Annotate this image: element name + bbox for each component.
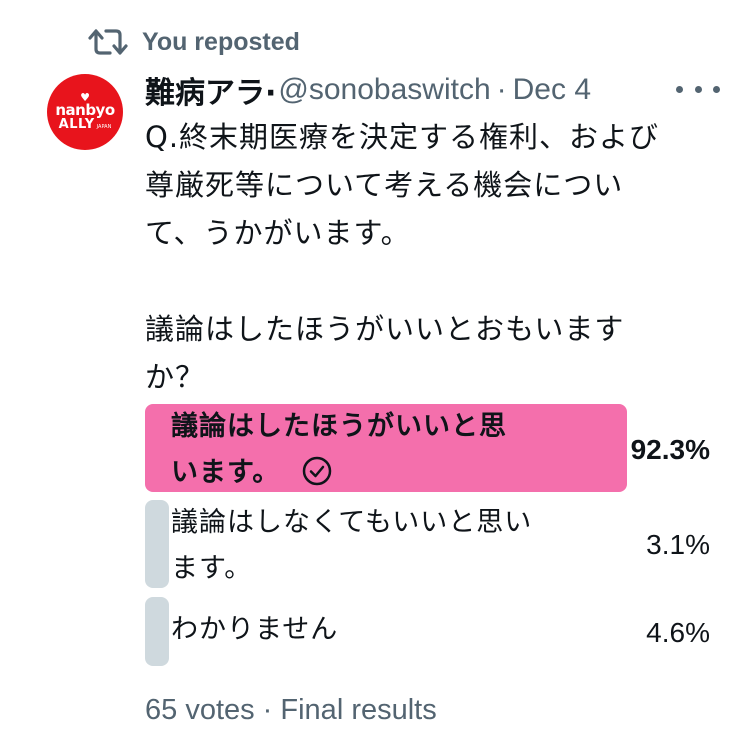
avatar[interactable]: ♥ nanbyo ALLY JAPAN <box>47 74 123 150</box>
tweet-text: Q.終末期医療を決定する権利、および 尊厳死等について考える機会につい て、うか… <box>145 113 685 401</box>
poll-option-percent: 92.3% <box>630 434 710 465</box>
poll-footer: 65 votes · Final results <box>145 694 437 726</box>
tweet-text-blank-line <box>145 257 685 305</box>
poll-bar <box>145 597 169 666</box>
tweet-header: 難病アラ· @sonobaswitch · Dec 4 <box>145 66 720 114</box>
avatar-logo-top: nanbyo <box>55 100 115 119</box>
poll-option-label-line1: 議論はしなくてもいいと思い <box>171 507 533 538</box>
tweet-text-line: 尊厳死等について考える機会につい <box>145 168 624 202</box>
separator-dot: · <box>496 73 507 106</box>
poll-option-label-line2: ます。 <box>171 553 253 584</box>
poll-option-label-line2-row: います。 <box>171 450 507 496</box>
avatar-logo-ally: ALLY <box>58 116 95 132</box>
avatar-logo-japan: JAPAN <box>96 123 112 130</box>
more-options-icon[interactable] <box>676 74 720 104</box>
poll-option-percent: 3.1% <box>646 529 710 560</box>
tweet-text-line: 議論はしたほうがいいとおもいます <box>145 312 625 346</box>
poll-option: わかりません 4.6% <box>145 597 710 666</box>
poll-option-label: 議論はしたほうがいいと思 います。 <box>171 404 507 496</box>
poll-option-label-line2: います。 <box>171 457 281 488</box>
repost-icon <box>88 29 128 55</box>
tweet-text-line: て、うかがいます。 <box>145 216 411 250</box>
check-circle-icon <box>302 456 331 486</box>
poll-option-label: わかりません <box>171 607 338 653</box>
tweet-text-line: か？ <box>145 360 206 394</box>
poll-option-label-line1: わかりません <box>171 614 339 645</box>
poll-option: 議論はしたほうがいいと思 います。 92.3% <box>145 404 710 492</box>
poll-bar <box>145 500 169 588</box>
repost-header[interactable]: You reposted <box>88 22 300 62</box>
repost-label: You reposted <box>142 27 300 56</box>
poll-option: 議論はしなくてもいいと思い ます。 3.1% <box>145 500 710 588</box>
poll-option-label: 議論はしなくてもいいと思い ます。 <box>171 500 532 592</box>
display-name[interactable]: 難病アラ· <box>145 68 276 112</box>
poll-option-label-line1: 議論はしたほうがいいと思 <box>171 411 507 442</box>
tweet-date[interactable]: Dec 4 <box>513 73 591 107</box>
tweet-text-line: Q.終末期医療を決定する権利、および <box>145 120 660 154</box>
user-handle[interactable]: @sonobaswitch <box>278 73 490 107</box>
poll-option-percent: 4.6% <box>646 617 710 648</box>
avatar-logo-bottom-row: ALLY JAPAN <box>59 118 112 131</box>
